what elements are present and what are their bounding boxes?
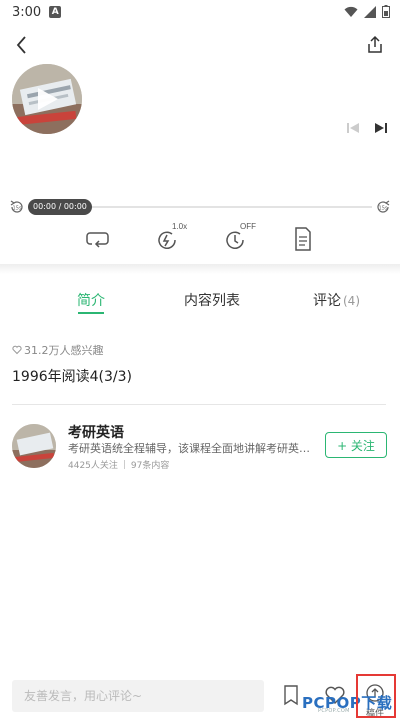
playback-speed-button[interactable]: 1.0x [152, 222, 188, 254]
watermark-subtext: PCPOP.COM [318, 708, 350, 714]
course-name[interactable]: 考研英语 [68, 422, 124, 442]
forward-icon: 15s [377, 200, 390, 213]
active-tab-indicator [78, 312, 104, 314]
speed-label: 1.0x [172, 222, 188, 231]
course-meta: 4425人关注 97条内容 [68, 458, 169, 471]
sleep-timer-button[interactable]: OFF [220, 222, 256, 254]
loop-mode-button[interactable] [84, 224, 116, 254]
follow-button[interactable]: + 关注 [325, 432, 387, 458]
wifi-icon [344, 6, 358, 17]
tab-intro[interactable]: 简介 [77, 290, 105, 310]
course-followers: 4425人关注 [68, 461, 118, 471]
share-icon [368, 35, 382, 53]
episode-title: 1996年阅读4(3/3) [12, 369, 132, 385]
status-time: 3:00 [12, 4, 42, 20]
meta-separator [123, 460, 125, 469]
back-button[interactable] [10, 32, 36, 58]
progress-row: 15s 00:00 / 00:00 15s [0, 196, 400, 218]
progress-time[interactable]: 00:00 / 00:00 [28, 199, 92, 215]
status-bar: 3:00 A [0, 0, 400, 24]
next-track-button[interactable] [372, 120, 390, 136]
heart-outline-icon [12, 345, 22, 355]
battery-icon [382, 5, 390, 18]
player-controls: 1.0x OFF [0, 222, 400, 256]
comment-input[interactable] [12, 680, 264, 712]
comment-count: (4) [343, 294, 360, 308]
album-cover [12, 64, 82, 134]
forward-15s-button[interactable]: 15s [374, 198, 392, 216]
notification-badge: A [49, 6, 62, 18]
top-bar [0, 28, 400, 62]
signal-icon [364, 5, 376, 18]
skip-next-icon [375, 123, 387, 133]
divider [12, 404, 386, 405]
course-item-count: 97条内容 [130, 461, 170, 471]
course-description: 考研英语统全程辅导，该课程全面地讲解考研英语... [68, 442, 318, 455]
course-cover-image [12, 424, 56, 468]
document-icon [295, 227, 311, 251]
interest-text: 31.2万人感兴趣 [24, 344, 104, 357]
course-cover[interactable] [12, 424, 56, 468]
interest-count: 31.2万人感兴趣 [12, 342, 104, 358]
rewind-label: 15s [13, 206, 22, 212]
skip-previous-icon [347, 123, 359, 133]
tab-comments[interactable]: 评论 (4) [313, 290, 360, 310]
transcript-button[interactable] [288, 224, 320, 254]
tab-content-list[interactable]: 内容列表 [184, 290, 240, 310]
share-button[interactable] [362, 32, 388, 58]
tab-bar: 简介 内容列表 评论 (4) [0, 282, 400, 318]
repeat-icon [86, 232, 109, 248]
bookmark-button[interactable] [278, 680, 304, 710]
chevron-left-icon [16, 36, 26, 54]
bookmark-icon [284, 685, 298, 706]
cover-image [12, 64, 82, 134]
forward-label: 15s [379, 206, 388, 212]
previous-track-button[interactable] [344, 120, 362, 136]
timer-label: OFF [240, 222, 256, 231]
rewind-icon: 15s [10, 200, 23, 213]
highlight-box [356, 674, 396, 718]
rewind-15s-button[interactable]: 15s [8, 198, 26, 216]
status-icons [344, 5, 390, 18]
section-divider [0, 264, 400, 274]
tab-comments-label: 评论 [313, 293, 341, 309]
